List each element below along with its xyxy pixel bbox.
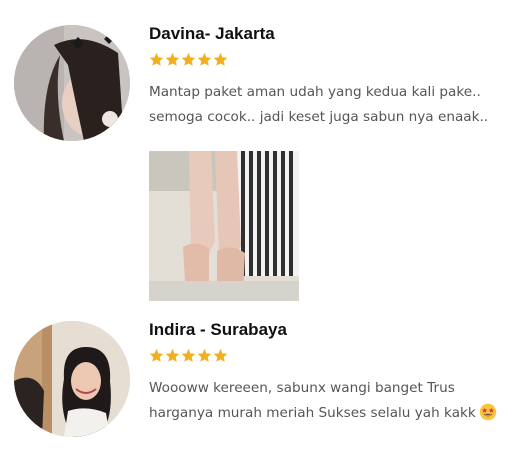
review-text: Woooww kereeen, sabunx wangi banget Trus… [149, 376, 514, 426]
star-icon [149, 348, 164, 362]
review-text: Mantap paket aman udah yang kedua kali p… [149, 84, 489, 125]
avatar [14, 25, 130, 141]
star-icon [197, 52, 212, 66]
star-icon [181, 52, 196, 66]
star-icon [149, 52, 164, 66]
avatar [14, 321, 130, 437]
star-rating [149, 52, 228, 67]
star-icon [213, 348, 228, 362]
star-icon [181, 348, 196, 362]
reviewer-name: Davina- Jakarta [149, 24, 275, 43]
star-icon [197, 348, 212, 362]
star-rating [149, 348, 228, 363]
review-card: Davina- Jakarta Mantap paket aman udah y… [0, 0, 516, 310]
star-icon [213, 52, 228, 66]
reviewer-name: Indira - Surabaya [149, 320, 287, 339]
review-photo[interactable] [149, 151, 299, 301]
review-text-body: Woooww kereeen, sabunx wangi banget Trus… [149, 380, 476, 421]
star-struck-emoji-icon [479, 403, 497, 421]
review-card: Indira - Surabaya Woooww kereeen, sabunx… [0, 310, 516, 456]
star-icon [165, 52, 180, 66]
star-icon [165, 348, 180, 362]
